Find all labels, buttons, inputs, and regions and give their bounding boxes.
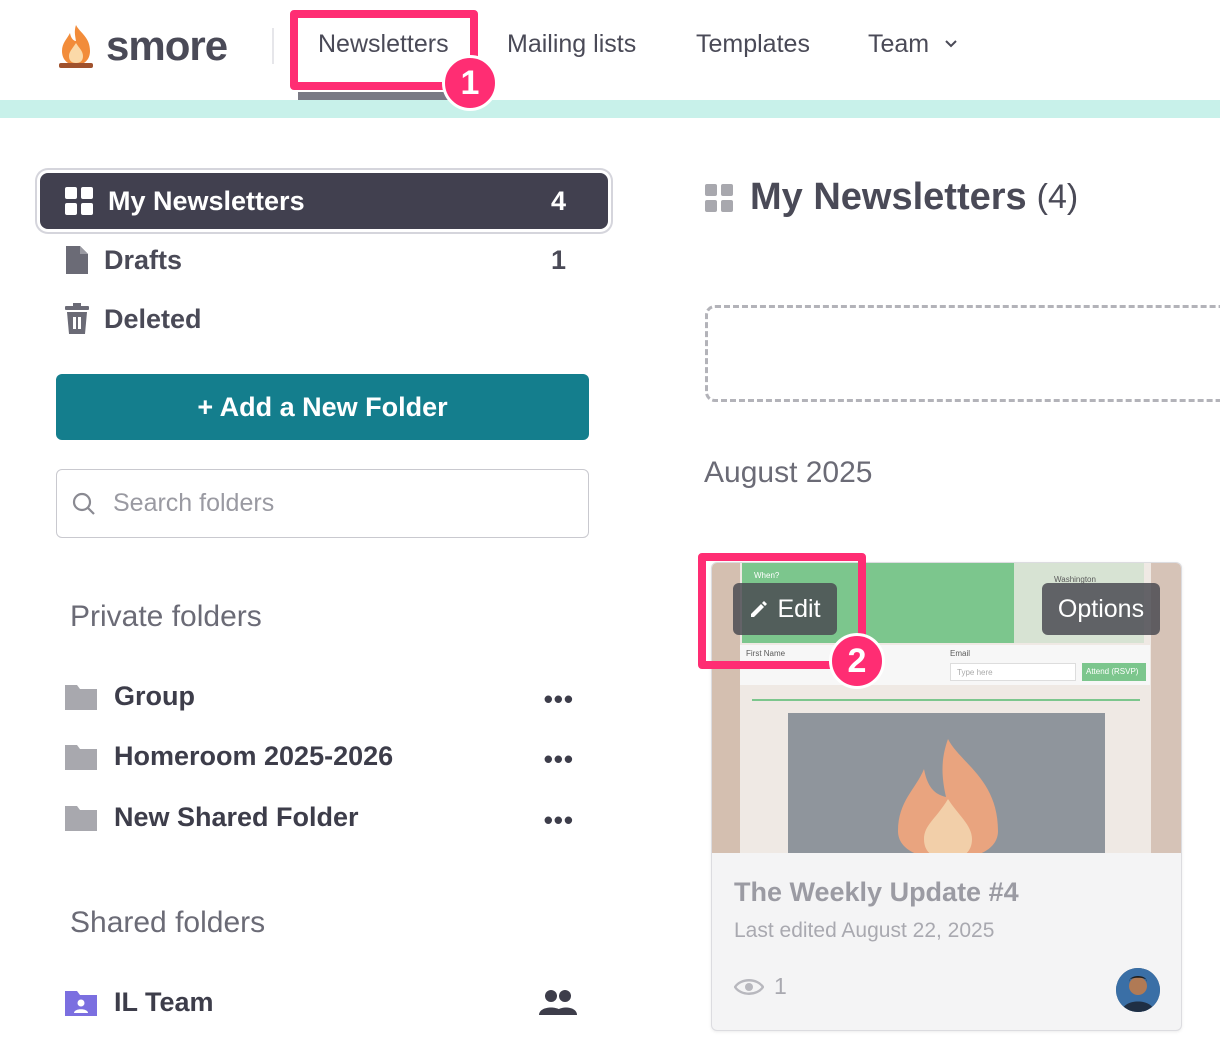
thumb-text-email: Email (950, 649, 971, 658)
folder-label: Homeroom 2025-2026 (114, 740, 394, 771)
nav-team[interactable]: Team (868, 30, 929, 59)
folder-label: IL Team (114, 986, 214, 1017)
trash-icon (65, 303, 89, 334)
smore-logo[interactable]: smore (56, 22, 228, 70)
page-title-text: My Newsletters (750, 176, 1027, 218)
shared-folders-heading: Shared folders (70, 906, 266, 939)
folder-row-new-shared[interactable]: New Shared Folder ••• (64, 797, 584, 837)
avatar-image (1116, 968, 1160, 1012)
flame-icon (898, 739, 998, 853)
annotation-badge-2: 2 (829, 633, 885, 689)
nav-divider (272, 28, 274, 64)
private-folders-heading: Private folders (70, 600, 262, 633)
document-icon (66, 246, 88, 274)
sidebar-item-label: My Newsletters (108, 185, 305, 216)
more-options-icon[interactable]: ••• (544, 805, 574, 836)
search-input[interactable] (113, 489, 553, 518)
nav-templates[interactable]: Templates (696, 30, 810, 59)
flame-logo-icon (59, 25, 93, 68)
grid-icon (65, 187, 93, 215)
new-newsletter-dropzone[interactable] (705, 305, 1220, 402)
avatar[interactable] (1116, 968, 1160, 1012)
search-icon (72, 492, 95, 515)
more-options-icon[interactable]: ••• (544, 684, 574, 715)
add-folder-button[interactable]: + Add a New Folder (56, 374, 589, 440)
sidebar-item-label: Drafts (104, 244, 183, 275)
sidebar-item-my-newsletters[interactable]: My Newsletters 4 (40, 173, 608, 229)
active-tab-indicator (298, 92, 458, 100)
folder-row-il-team[interactable]: IL Team (64, 982, 584, 1022)
sidebar-item-deleted[interactable]: Deleted (40, 291, 608, 347)
folder-search[interactable] (56, 469, 589, 538)
thumb-image (788, 713, 1105, 853)
top-navigation: smore Newsletters Mailing lists Template… (0, 0, 1220, 100)
folder-icon (65, 685, 97, 710)
options-button[interactable]: Options (1042, 583, 1160, 635)
last-edited-text: Last edited August 22, 2025 (734, 919, 995, 942)
folder-icon (65, 806, 97, 831)
annotation-badge-1: 1 (442, 55, 498, 111)
page-title-count: (4) (1036, 178, 1079, 216)
page-title: My Newsletters (4) (704, 176, 1078, 219)
people-icon[interactable] (538, 988, 578, 1016)
more-options-icon[interactable]: ••• (544, 744, 574, 775)
month-group-label: August 2025 (704, 456, 873, 489)
grid-icon (705, 183, 733, 212)
sidebar-item-count: 1 (550, 244, 566, 275)
sidebar-item-label: Deleted (104, 303, 202, 334)
shared-folder-icon (65, 991, 97, 1016)
thumb-rsvp-button: Attend (RSVP) (1082, 663, 1146, 681)
folder-label: New Shared Folder (114, 801, 359, 832)
thumb-text-type-here: Type here (957, 668, 993, 677)
logo-wordmark: smore (106, 22, 228, 69)
thumb-divider (752, 699, 1140, 701)
header-accent-strip (0, 100, 1220, 118)
folder-row-homeroom[interactable]: Homeroom 2025-2026 ••• (64, 736, 584, 776)
sidebar-item-count: 4 (550, 185, 566, 216)
newsletter-title[interactable]: The Weekly Update #4 (734, 877, 1019, 908)
sidebar-item-drafts[interactable]: Drafts 1 (40, 232, 608, 288)
eye-icon (734, 978, 764, 995)
folder-label: Group (114, 680, 195, 711)
view-count: 1 (734, 973, 787, 1000)
folder-icon (65, 745, 97, 770)
thumb-text-rsvp: Attend (RSVP) (1086, 667, 1139, 676)
nav-mailing-lists[interactable]: Mailing lists (507, 30, 636, 59)
chevron-down-icon[interactable] (944, 37, 958, 51)
folder-row-group[interactable]: Group ••• (64, 676, 584, 716)
thumb-email-input: Type here (950, 663, 1076, 681)
view-count-value: 1 (774, 973, 787, 999)
